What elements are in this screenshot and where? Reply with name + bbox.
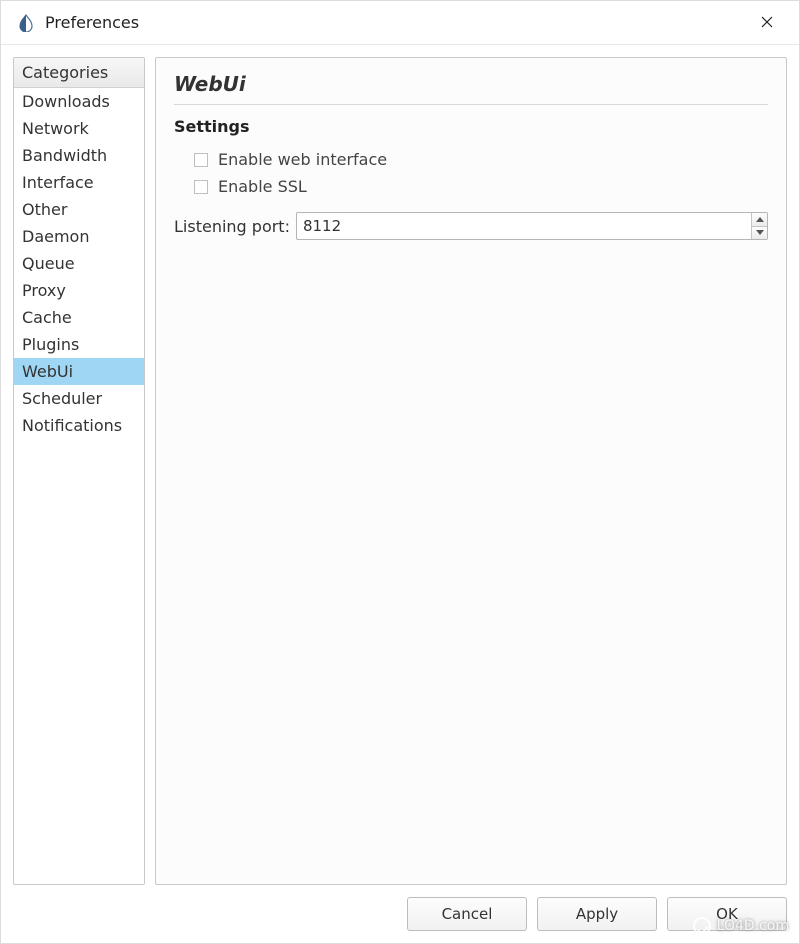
- sidebar-item-interface[interactable]: Interface: [14, 169, 144, 196]
- sidebar-item-webui[interactable]: WebUi: [14, 358, 144, 385]
- sidebar-header: Categories: [14, 58, 144, 88]
- enable-web-interface-row[interactable]: Enable web interface: [174, 146, 768, 173]
- sidebar-item-queue[interactable]: Queue: [14, 250, 144, 277]
- checkbox-icon: [194, 153, 208, 167]
- listening-port-row: Listening port:: [174, 212, 768, 240]
- window-title: Preferences: [45, 13, 747, 32]
- spin-down-button[interactable]: [752, 226, 767, 240]
- sidebar-item-bandwidth[interactable]: Bandwidth: [14, 142, 144, 169]
- listening-port-label: Listening port:: [174, 217, 290, 236]
- spin-up-button[interactable]: [752, 213, 767, 226]
- window-close-button[interactable]: [747, 8, 787, 38]
- sidebar-item-plugins[interactable]: Plugins: [14, 331, 144, 358]
- sidebar-item-downloads[interactable]: Downloads: [14, 88, 144, 115]
- panel-title: WebUi: [174, 72, 768, 105]
- sidebar-item-notifications[interactable]: Notifications: [14, 412, 144, 439]
- sidebar-list: Downloads Network Bandwidth Interface Ot…: [14, 88, 144, 884]
- content-area: Categories Downloads Network Bandwidth I…: [1, 45, 799, 893]
- preferences-window: Preferences Categories Downloads Network…: [0, 0, 800, 944]
- settings-panel: WebUi Settings Enable web interface Enab…: [155, 57, 787, 885]
- chevron-down-icon: [756, 230, 764, 235]
- ok-button[interactable]: OK: [667, 897, 787, 931]
- chevron-up-icon: [756, 217, 764, 222]
- apply-button[interactable]: Apply: [537, 897, 657, 931]
- enable-web-interface-label: Enable web interface: [218, 150, 387, 169]
- section-heading: Settings: [174, 117, 768, 136]
- sidebar-item-cache[interactable]: Cache: [14, 304, 144, 331]
- checkbox-icon: [194, 180, 208, 194]
- app-icon: [17, 14, 35, 32]
- dialog-button-bar: Cancel Apply OK: [1, 893, 799, 943]
- sidebar-item-proxy[interactable]: Proxy: [14, 277, 144, 304]
- sidebar-item-scheduler[interactable]: Scheduler: [14, 385, 144, 412]
- titlebar: Preferences: [1, 1, 799, 45]
- close-icon: [761, 13, 773, 32]
- spin-buttons: [751, 213, 767, 239]
- categories-sidebar: Categories Downloads Network Bandwidth I…: [13, 57, 145, 885]
- enable-ssl-row[interactable]: Enable SSL: [174, 173, 768, 200]
- sidebar-item-network[interactable]: Network: [14, 115, 144, 142]
- sidebar-item-other[interactable]: Other: [14, 196, 144, 223]
- cancel-button[interactable]: Cancel: [407, 897, 527, 931]
- listening-port-input[interactable]: [296, 212, 768, 240]
- sidebar-item-daemon[interactable]: Daemon: [14, 223, 144, 250]
- enable-ssl-label: Enable SSL: [218, 177, 307, 196]
- listening-port-field[interactable]: [297, 213, 751, 239]
